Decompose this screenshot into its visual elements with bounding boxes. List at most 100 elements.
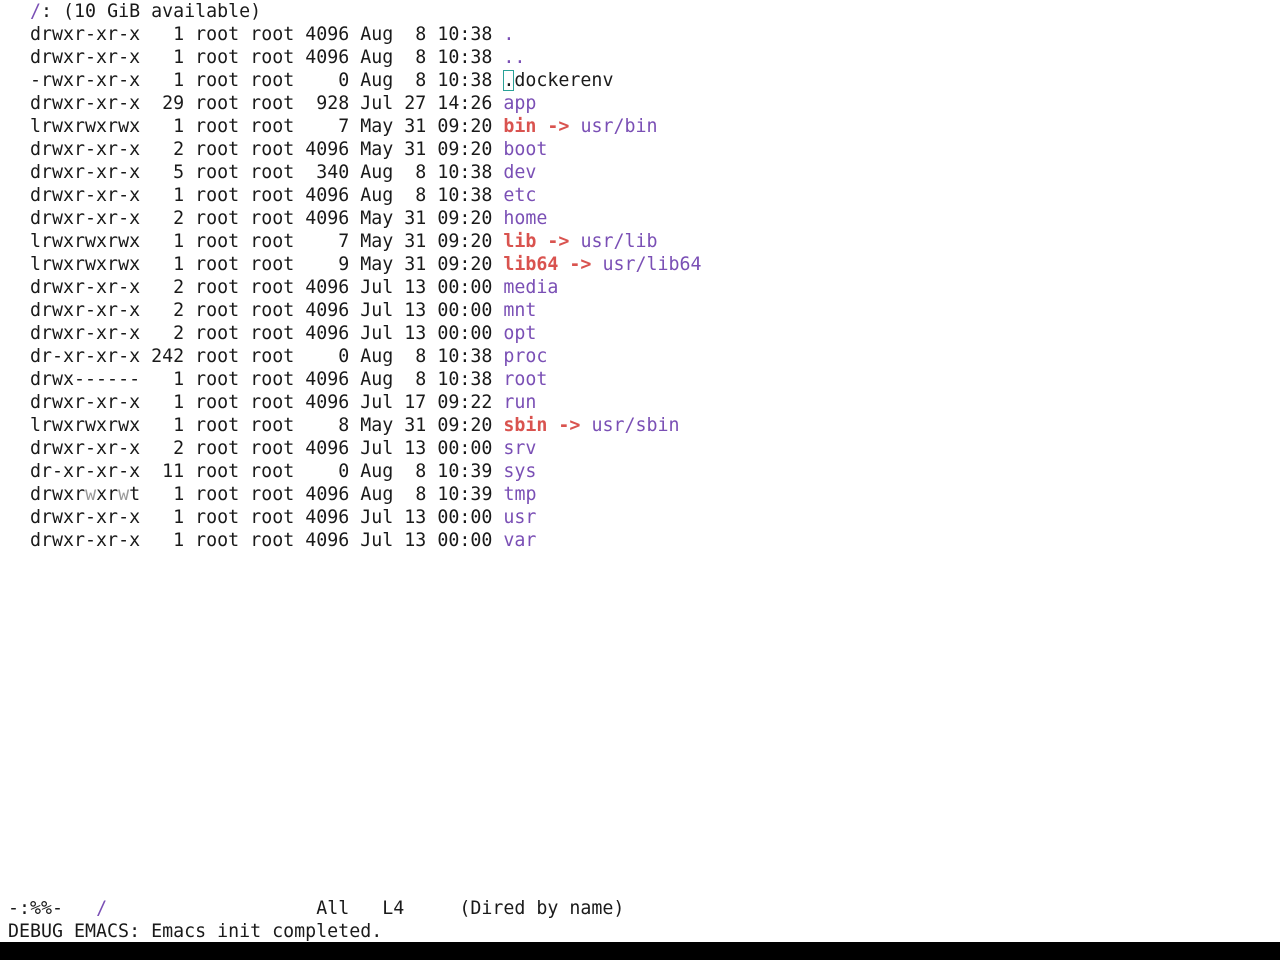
modeline-mode[interactable]: (Dired by name) [459,898,624,919]
entry-link-count: 1 [173,484,185,505]
entry-name: tmp [503,484,537,505]
entry-date: Aug 8 10:38 [360,70,493,91]
echo-area[interactable]: DEBUG EMACS: Emacs init completed. [8,920,382,943]
entry-date: Aug 8 10:39 [360,461,493,482]
entry-permissions: drwxr-xr-x [30,392,141,413]
frame-bottom-edge [0,942,1280,960]
dired-entry[interactable]: lrwxrwxrwx 1 root root 7 May 31 09:20 bi… [8,115,657,138]
entry-link-count: 29 [162,93,185,114]
entry-link-count: 11 [162,461,185,482]
dired-entry[interactable]: drwxr-xr-x 1 root root 4096 Aug 8 10:38 … [8,46,525,69]
dired-entry[interactable]: drwxr-xr-x 2 root root 4096 Jul 13 00:00… [8,437,536,460]
dired-entry[interactable]: drwxr-xr-x 1 root root 4096 Aug 8 10:38 … [8,184,536,207]
dired-entry[interactable]: lrwxrwxrwx 1 root root 7 May 31 09:20 li… [8,230,657,253]
dired-entry[interactable]: drwxr-xr-x 1 root root 4096 Jul 13 00:00… [8,529,536,552]
entry-permissions: lrwxrwxrwx [30,116,141,137]
dired-entry[interactable]: drwxr-xr-x 1 root root 4096 Aug 8 10:38 … [8,23,514,46]
dired-entry[interactable]: drwxr-xr-x 2 root root 4096 Jul 13 00:00… [8,276,558,299]
entry-date: Aug 8 10:38 [360,47,493,68]
dired-entry[interactable]: dr-xr-xr-x 242 root root 0 Aug 8 10:38 p… [8,345,547,368]
entry-owner: root [195,438,240,459]
symlink-arrow: -> [558,254,603,275]
modeline-buffer-name[interactable]: / [96,898,107,919]
modeline-status: -:%%- [8,898,64,919]
dired-entry[interactable]: lrwxrwxrwx 1 root root 8 May 31 09:20 sb… [8,414,679,437]
entry-owner: root [195,139,240,160]
entry-date: May 31 09:20 [360,415,493,436]
entry-date: Aug 8 10:38 [360,162,493,183]
entry-date: Jul 17 09:22 [360,392,493,413]
dired-entry[interactable]: lrwxrwxrwx 1 root root 9 May 31 09:20 li… [8,253,701,276]
entry-name: mnt [503,300,537,321]
entry-size: 4096 [305,300,350,321]
entry-size: 4096 [305,208,350,229]
header-path[interactable]: / [30,1,41,22]
dired-entry[interactable]: drwxrwxrwt 1 root root 4096 Aug 8 10:39 … [8,483,537,506]
entry-size: 4096 [305,484,350,505]
entry-name: boot [503,139,548,160]
entry-permissions: drwxr-xr-x [30,162,141,183]
entry-name: etc [503,185,537,206]
entry-group: root [250,185,295,206]
dired-entry[interactable]: drwx------ 1 root root 4096 Aug 8 10:38 … [8,368,547,391]
entry-link-count: 2 [173,139,185,160]
entry-group: root [250,93,295,114]
entry-group: root [250,507,295,528]
dired-entry[interactable]: drwxr-xr-x 1 root root 4096 Jul 13 00:00… [8,506,536,529]
entry-owner: root [195,185,240,206]
dired-entry[interactable]: dr-xr-xr-x 11 root root 0 Aug 8 10:39 sy… [8,460,536,483]
entry-link-count: 2 [173,438,185,459]
entry-date: Jul 27 14:26 [360,93,493,114]
entry-group: root [250,300,295,321]
entry-permissions: drwxr-xr-x [30,507,141,528]
dired-entry[interactable]: drwxr-xr-x 5 root root 340 Aug 8 10:38 d… [8,161,536,184]
entry-owner: root [195,116,240,137]
dired-entry[interactable]: drwxr-xr-x 1 root root 4096 Jul 17 09:22… [8,391,536,414]
entry-name: .. [503,47,526,68]
entry-link-count: 2 [173,323,185,344]
entry-name: .dockerenv [503,70,614,91]
entry-group: root [250,392,295,413]
emacs-frame: /: (10 GiB available) drwxr-xr-x 1 root … [0,0,1280,942]
entry-group: root [250,24,295,45]
dired-entry[interactable]: drwxr-xr-x 2 root root 4096 Jul 13 00:00… [8,299,536,322]
entry-permissions: drwxr-xr-x [30,24,141,45]
entry-size: 7 [338,116,350,137]
entry-date: Aug 8 10:38 [360,24,493,45]
entry-size: 4096 [305,277,350,298]
entry-permissions: -rwxr-xr-x [30,70,141,91]
entry-date: Jul 13 00:00 [360,277,493,298]
entry-name: sys [503,461,537,482]
entry-permissions: drwxrwxrwt [30,484,141,505]
entry-permissions: lrwxrwxrwx [30,254,141,275]
entry-owner: root [195,484,240,505]
dired-entry[interactable]: drwxr-xr-x 2 root root 4096 May 31 09:20… [8,138,547,161]
entry-owner: root [195,346,240,367]
entry-link-count: 2 [173,277,185,298]
entry-size: 8 [338,415,350,436]
entry-size: 0 [338,461,350,482]
entry-size: 0 [338,346,350,367]
entry-size: 928 [316,93,350,114]
dired-entry[interactable]: drwxr-xr-x 29 root root 928 Jul 27 14:26… [8,92,536,115]
dired-entry[interactable]: drwxr-xr-x 2 root root 4096 Jul 13 00:00… [8,322,536,345]
entry-date: May 31 09:20 [360,208,493,229]
entry-link-count: 1 [173,47,185,68]
entry-name: var [503,530,537,551]
entry-permissions: lrwxrwxrwx [30,231,141,252]
entry-link-count: 2 [173,208,185,229]
symlink-arrow: -> [536,231,581,252]
entry-owner: root [195,162,240,183]
entry-size: 340 [316,162,350,183]
dired-entry[interactable]: -rwxr-xr-x 1 root root 0 Aug 8 10:38 .do… [8,69,613,92]
dired-entry[interactable]: drwxr-xr-x 2 root root 4096 May 31 09:20… [8,207,547,230]
entry-date: Aug 8 10:39 [360,484,493,505]
entry-owner: root [195,93,240,114]
entry-name: run [503,392,537,413]
entry-permissions: lrwxrwxrwx [30,415,141,436]
entry-group: root [250,231,295,252]
modeline-line: L4 [382,898,405,919]
entry-date: May 31 09:20 [360,254,493,275]
entry-link-count: 1 [173,70,185,91]
entry-link-count: 1 [173,116,185,137]
